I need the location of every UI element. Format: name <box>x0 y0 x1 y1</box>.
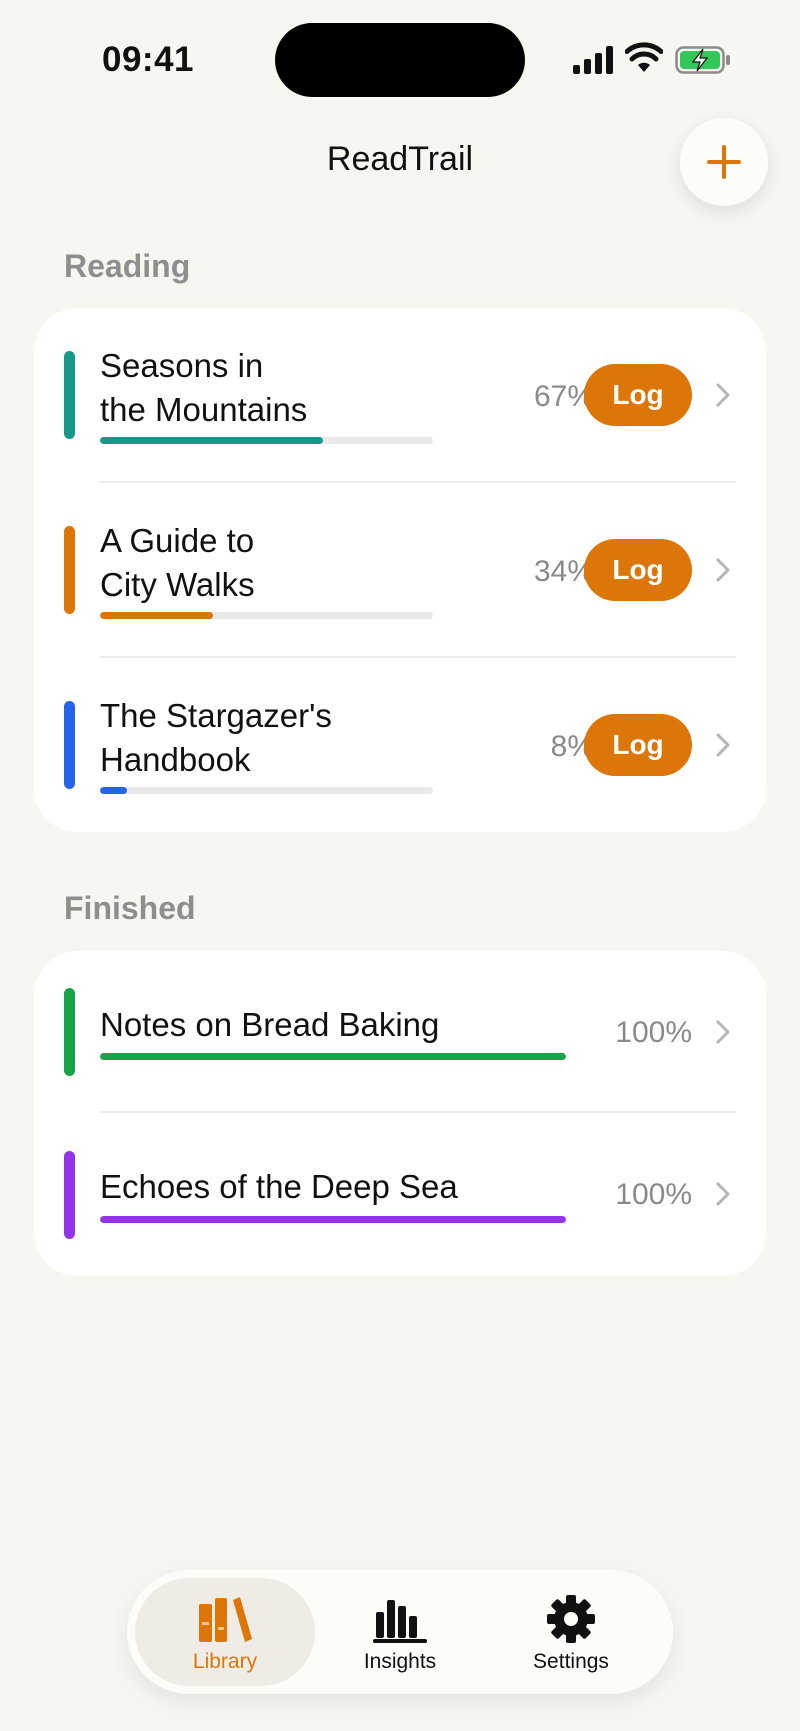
book-title-line: Handbook <box>100 741 251 778</box>
tab-label: Settings <box>533 1650 609 1673</box>
progress-track <box>100 1216 566 1223</box>
progress-fill <box>100 787 127 794</box>
book-title-line: Seasons in <box>100 347 264 384</box>
book-title: Notes on Bread Baking <box>100 1006 440 1043</box>
progress-track <box>100 612 433 619</box>
battery-charging-icon <box>675 46 730 74</box>
section-title-reading: Reading <box>64 248 191 284</box>
book-color-bar <box>64 351 75 439</box>
book-row[interactable]: The Stargazer's Handbook 8% Log <box>34 658 766 832</box>
book-percent: 100% <box>615 1178 692 1211</box>
chevron-right-icon <box>716 383 730 407</box>
book-title: A Guide to City Walks <box>100 519 255 607</box>
book-color-bar <box>64 701 75 789</box>
book-title-line: the Mountains <box>100 391 308 428</box>
tab-label: Insights <box>363 1650 437 1673</box>
plus-icon <box>707 145 741 179</box>
bar-chart-icon <box>373 1600 427 1643</box>
progress-track <box>100 1053 566 1060</box>
book-row[interactable]: Notes on Bread Baking 100% <box>34 951 766 1112</box>
progress-fill <box>100 1216 566 1223</box>
progress-fill <box>100 1053 566 1060</box>
section-title-finished: Finished <box>64 890 196 926</box>
book-row[interactable]: Echoes of the Deep Sea 100% <box>34 1113 766 1276</box>
books-icon <box>199 1597 252 1642</box>
chevron-right-icon <box>716 558 730 582</box>
chevron-right-icon <box>716 1020 730 1044</box>
log-button[interactable]: Log <box>584 364 692 426</box>
chevron-right-icon <box>716 733 730 757</box>
wifi-icon <box>625 42 663 72</box>
progress-fill <box>100 437 324 444</box>
book-title-line: A Guide to <box>100 522 255 559</box>
book-color-bar <box>64 1151 75 1239</box>
book-row[interactable]: Seasons in the Mountains 67% Log <box>34 308 766 482</box>
reading-card: Seasons in the Mountains 67% Log A Guide… <box>34 308 766 832</box>
finished-card: Notes on Bread Baking 100% Echoes of the… <box>34 951 766 1276</box>
cellular-signal-icon <box>573 46 613 74</box>
progress-track <box>100 437 433 444</box>
book-percent: 67% <box>533 380 594 413</box>
book-percent: 100% <box>615 1016 692 1049</box>
log-button[interactable]: Log <box>584 539 692 601</box>
book-title: Echoes of the Deep Sea <box>100 1168 458 1205</box>
book-title: Seasons in the Mountains <box>100 344 307 432</box>
tab-library[interactable]: Library <box>135 1578 315 1686</box>
status-time: 09:41 <box>102 40 195 79</box>
book-title-line: The Stargazer's <box>100 697 332 734</box>
tab-bar: Library Insights Settings <box>127 1570 673 1694</box>
book-percent: 34% <box>533 555 594 588</box>
status-bar: 09:41 <box>0 0 800 120</box>
add-book-button[interactable] <box>680 118 768 206</box>
book-title-line: City Walks <box>100 566 255 603</box>
book-percent: 8% <box>550 730 594 763</box>
log-button[interactable]: Log <box>584 714 692 776</box>
dynamic-island <box>275 23 525 97</box>
progress-track <box>100 787 433 794</box>
chevron-right-icon <box>716 1182 730 1206</box>
progress-fill <box>100 612 214 619</box>
gear-icon <box>547 1595 595 1643</box>
book-color-bar <box>64 988 75 1076</box>
tab-label: Library <box>192 1650 258 1673</box>
book-color-bar <box>64 526 75 614</box>
tab-insights[interactable]: Insights <box>310 1578 490 1686</box>
book-row[interactable]: A Guide to City Walks 34% Log <box>34 483 766 657</box>
book-title: The Stargazer's Handbook <box>100 694 332 782</box>
tab-settings[interactable]: Settings <box>481 1578 661 1686</box>
